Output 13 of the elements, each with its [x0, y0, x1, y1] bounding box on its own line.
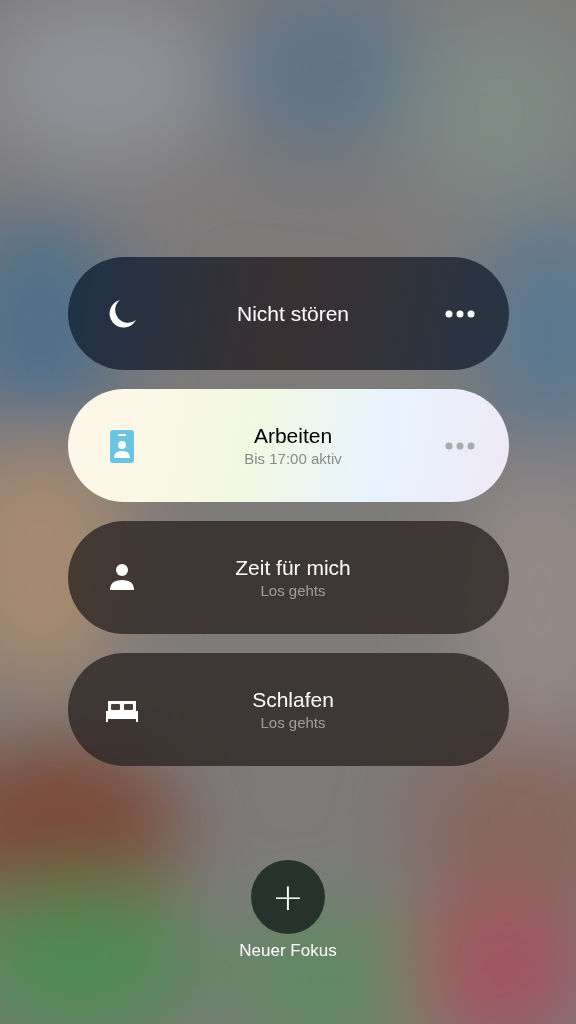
focus-mode-title: Nicht stören: [236, 300, 349, 327]
focus-mode-status: Los gehts: [260, 713, 326, 732]
more-icon[interactable]: [444, 309, 475, 318]
focus-mode-button[interactable]: Arbeiten Bis 17:00 aktiv: [67, 389, 509, 502]
focus-mode-button[interactable]: Nicht stören: [67, 257, 509, 370]
focus-mode-status: Bis 17:00 aktiv: [244, 449, 342, 468]
focus-mode-title: Schlafen: [252, 687, 334, 713]
focus-mode-button[interactable]: Zeit für mich Los gehts: [67, 521, 509, 634]
focus-mode-title: Zeit für mich: [235, 555, 351, 581]
focus-mode-button[interactable]: Schlafen Los gehts: [67, 653, 509, 766]
focus-mode-status: Los gehts: [260, 581, 326, 600]
focus-mode-title: Arbeiten: [253, 423, 333, 449]
new-focus-label: Neuer Fokus: [239, 941, 337, 961]
